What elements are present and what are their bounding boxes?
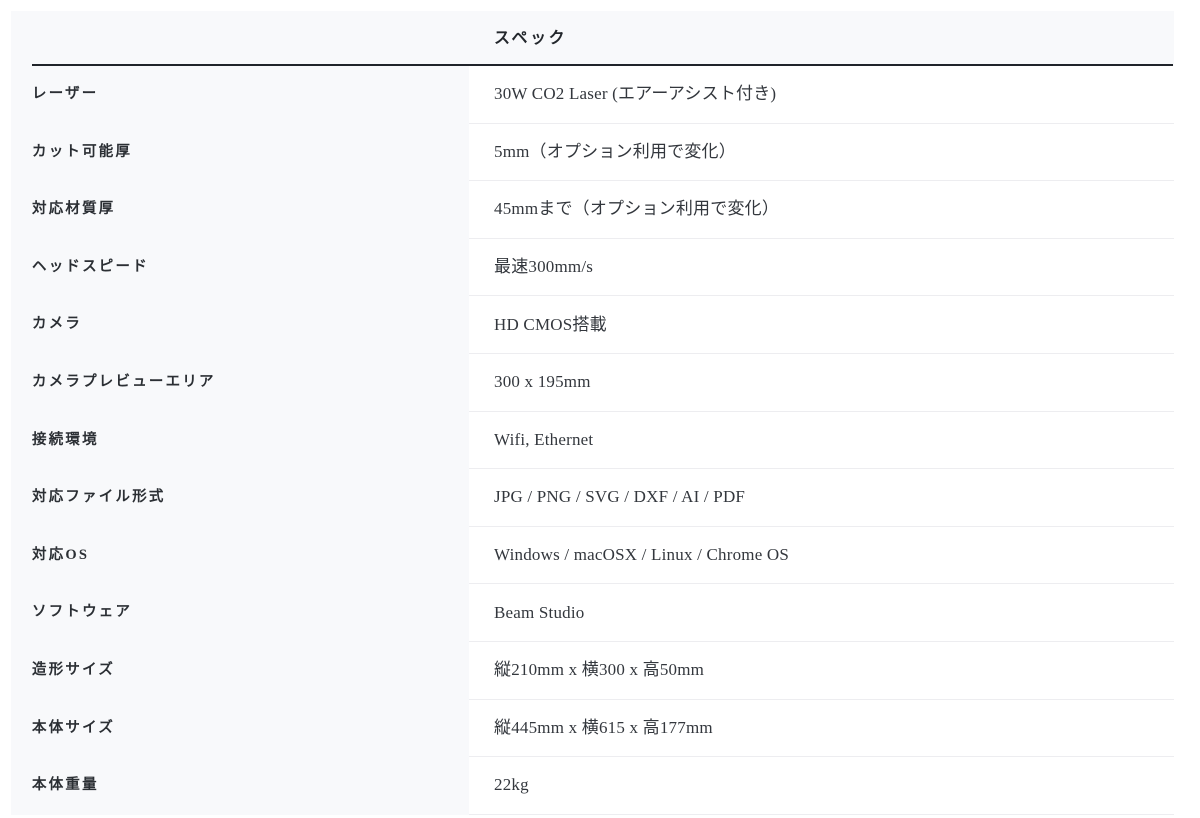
spec-table-header-row: スペック [11, 11, 1174, 64]
spec-row-value-cell: 最速300mm/s [469, 239, 1174, 297]
spec-row-label-cell: 本体重量 [11, 757, 469, 815]
spec-row-label: カット可能厚 [32, 144, 132, 161]
spec-row-label: 本体重量 [32, 777, 99, 794]
spec-row-label-cell: ヘッドスピード [11, 239, 469, 297]
spec-row-label: レーザー [32, 86, 99, 103]
spec-row-value: Wifi, Ethernet [494, 429, 593, 451]
spec-row-label: 対応OS [32, 547, 89, 564]
spec-row-value: 5mm（オプション利用で変化） [494, 141, 736, 163]
spec-row-label: 対応材質厚 [32, 201, 116, 218]
table-row: 本体重量 22kg [11, 757, 1174, 815]
spec-table-header-value-title: スペック [494, 30, 567, 47]
spec-row-value: 縦210mm x 横300 x 高50mm [494, 659, 704, 681]
spec-row-label: ヘッドスピード [32, 259, 149, 276]
spec-row-value: 22kg [494, 774, 529, 796]
spec-row-value: Beam Studio [494, 602, 585, 624]
spec-row-value-cell: JPG / PNG / SVG / DXF / AI / PDF [469, 469, 1174, 527]
table-row: 造形サイズ 縦210mm x 横300 x 高50mm [11, 642, 1174, 700]
spec-row-value-cell: Beam Studio [469, 584, 1174, 642]
spec-row-value: Windows / macOSX / Linux / Chrome OS [494, 544, 789, 566]
spec-row-label: カメラ [32, 316, 82, 333]
spec-row-label-cell: 造形サイズ [11, 642, 469, 700]
spec-row-label-cell: 接続環境 [11, 412, 469, 470]
spec-row-value: 縦445mm x 横615 x 高177mm [494, 717, 713, 739]
table-row: カット可能厚 5mm（オプション利用で変化） [11, 124, 1174, 182]
spec-row-value-cell: 300 x 195mm [469, 354, 1174, 412]
spec-row-value-cell: 5mm（オプション利用で変化） [469, 124, 1174, 182]
table-row: 接続環境 Wifi, Ethernet [11, 412, 1174, 470]
spec-row-value: 300 x 195mm [494, 371, 591, 393]
spec-row-label-cell: 本体サイズ [11, 700, 469, 758]
spec-table-header-divider [32, 64, 1173, 66]
spec-row-value-cell: 22kg [469, 757, 1174, 815]
spec-page: スペック レーザー 30W CO2 Laser (エアーアシスト付き) カット可能厚… [0, 0, 1200, 818]
table-row: カメラ HD CMOS搭載 [11, 296, 1174, 354]
spec-row-label: ソフトウェア [32, 604, 132, 621]
spec-table: スペック レーザー 30W CO2 Laser (エアーアシスト付き) カット可能厚… [11, 11, 1174, 815]
spec-row-label-cell: カメラプレビューエリア [11, 354, 469, 412]
table-row: 対応材質厚 45mmまで（オプション利用で変化） [11, 181, 1174, 239]
spec-row-value-cell: Wifi, Ethernet [469, 412, 1174, 470]
spec-row-value: JPG / PNG / SVG / DXF / AI / PDF [494, 486, 745, 508]
spec-row-label-cell: 対応材質厚 [11, 181, 469, 239]
spec-row-label-cell: ソフトウェア [11, 584, 469, 642]
spec-table-header-value-column: スペック [469, 11, 1174, 48]
spec-row-value-cell: 45mmまで（オプション利用で変化） [469, 181, 1174, 239]
spec-row-value-cell: 30W CO2 Laser (エアーアシスト付き) [469, 66, 1174, 124]
spec-row-value-cell: 縦210mm x 横300 x 高50mm [469, 642, 1174, 700]
spec-row-label-cell: 対応OS [11, 527, 469, 585]
table-row: レーザー 30W CO2 Laser (エアーアシスト付き) [11, 66, 1174, 124]
table-row: 対応OS Windows / macOSX / Linux / Chrome OS [11, 527, 1174, 585]
table-row: カメラプレビューエリア 300 x 195mm [11, 354, 1174, 412]
spec-table-body: レーザー 30W CO2 Laser (エアーアシスト付き) カット可能厚 5mm（オ… [11, 66, 1174, 815]
spec-row-value: 30W CO2 Laser (エアーアシスト付き) [494, 83, 776, 105]
spec-row-label-cell: 対応ファイル形式 [11, 469, 469, 527]
spec-row-value: 45mmまで（オプション利用で変化） [494, 198, 779, 220]
spec-row-value-cell: 縦445mm x 横615 x 高177mm [469, 700, 1174, 758]
spec-row-label: 対応ファイル形式 [32, 489, 166, 506]
spec-row-label: 造形サイズ [32, 662, 115, 679]
spec-row-value-cell: HD CMOS搭載 [469, 296, 1174, 354]
table-row: ヘッドスピード 最速300mm/s [11, 239, 1174, 297]
spec-row-label-cell: カメラ [11, 296, 469, 354]
table-row: ソフトウェア Beam Studio [11, 584, 1174, 642]
spec-row-label: カメラプレビューエリア [32, 374, 216, 391]
spec-row-label-cell: カット可能厚 [11, 124, 469, 182]
spec-row-value-cell: Windows / macOSX / Linux / Chrome OS [469, 527, 1174, 585]
spec-row-value: 最速300mm/s [494, 256, 593, 278]
spec-row-label: 本体サイズ [32, 720, 115, 737]
spec-row-label: 接続環境 [32, 432, 99, 449]
table-row: 本体サイズ 縦445mm x 横615 x 高177mm [11, 700, 1174, 758]
table-row: 対応ファイル形式 JPG / PNG / SVG / DXF / AI / PDF [11, 469, 1174, 527]
spec-row-value: HD CMOS搭載 [494, 314, 607, 336]
spec-row-label-cell: レーザー [11, 66, 469, 124]
